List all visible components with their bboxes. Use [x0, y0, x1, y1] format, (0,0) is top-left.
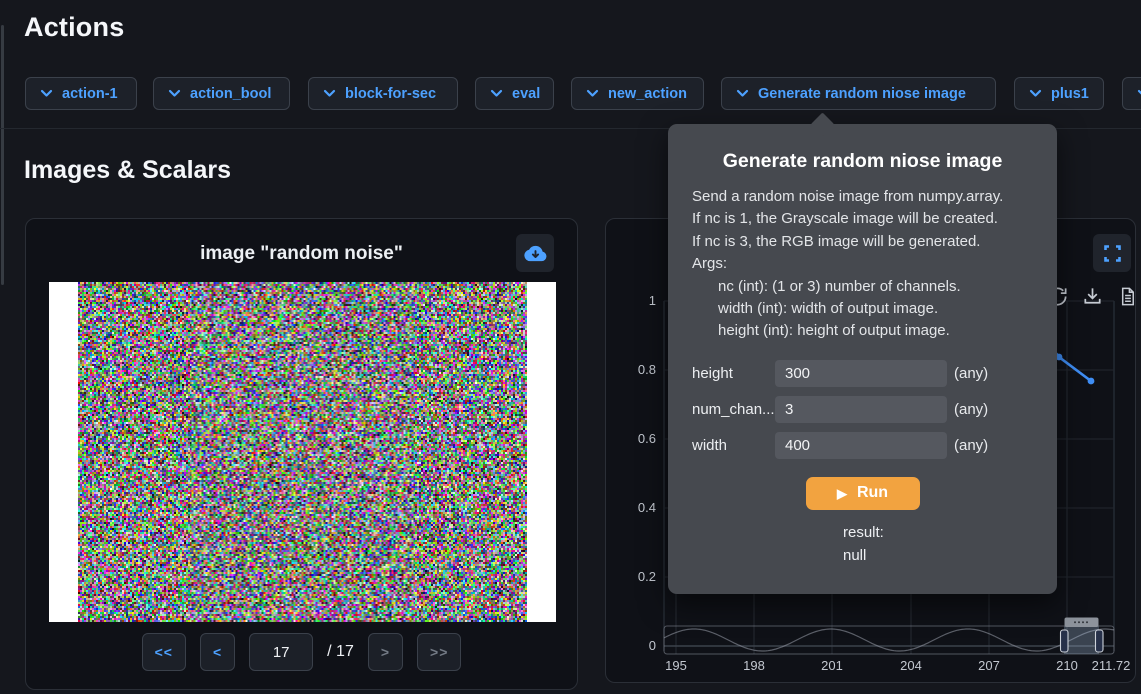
popup-fields: height (any) num_chan... (any) width (an…: [668, 356, 1057, 464]
run-button[interactable]: ▶ Run: [806, 477, 920, 510]
document-icon[interactable]: [1116, 285, 1139, 308]
x-tick: 207: [978, 658, 1000, 673]
action-button-label: action_bool: [190, 86, 271, 102]
y-tick: 1: [649, 293, 656, 308]
action-button-generate-random-niose-image[interactable]: Generate random niose image: [721, 77, 996, 110]
action-popup: Generate random niose image Send a rando…: [668, 124, 1057, 594]
images-scalars-section-title: Images & Scalars: [24, 156, 231, 185]
x-tick: 195: [665, 658, 687, 673]
chevron-down-icon: [40, 89, 53, 98]
pager-first-button[interactable]: <<: [142, 633, 186, 671]
chevron-down-icon: [323, 89, 336, 98]
num-channels-field[interactable]: [775, 396, 947, 423]
action-button-label: Generate random niose image: [758, 86, 966, 102]
pager-last-button[interactable]: >>: [417, 633, 461, 671]
y-tick: 0.6: [638, 431, 656, 446]
description-line: Send a random noise image from numpy.arr…: [692, 186, 1033, 208]
action-button-eval[interactable]: eval: [475, 77, 554, 110]
chevron-down-icon: [586, 89, 599, 98]
chevron-down-icon: [736, 89, 749, 98]
y-tick: 0: [649, 638, 656, 653]
rangeslider-wave: [664, 629, 1114, 651]
image-card-title: image "random noise": [26, 243, 577, 265]
chart-modebar: [1046, 285, 1139, 308]
x-tick: 211.72: [1092, 658, 1131, 673]
description-line: Args:: [692, 253, 1033, 275]
action-button-block-for-sec[interactable]: block-for-sec: [308, 77, 458, 110]
play-icon: ▶: [837, 487, 847, 500]
chevron-down-icon: [1137, 89, 1141, 98]
popup-arrow: [810, 112, 834, 136]
image-card: image "random noise" << < / 17 > >>: [25, 218, 578, 690]
description-line: nc (int): (1 or 3) number of channels.: [692, 276, 1033, 298]
image-pager: << < / 17 > >>: [26, 633, 577, 671]
field-row-num-channels: num_chan... (any): [668, 392, 1057, 428]
pager-page-input[interactable]: [249, 633, 313, 671]
y-axis-tick-labels: 1 0.8 0.6 0.4 0.2 0: [638, 293, 656, 653]
rangeslider[interactable]: [664, 618, 1114, 655]
image-display-area: [49, 282, 556, 622]
image-download-button[interactable]: [516, 234, 554, 272]
pager-prev-button[interactable]: <: [200, 633, 235, 671]
action-button-new_action[interactable]: new_action: [571, 77, 704, 110]
x-tick: 201: [821, 658, 843, 673]
popup-description: Send a random noise image from numpy.arr…: [692, 186, 1033, 343]
chevron-down-icon: [1029, 89, 1042, 98]
pager-total-label: / 17: [327, 643, 354, 661]
width-field[interactable]: [775, 432, 947, 459]
field-type-hint: (any): [954, 365, 988, 382]
popup-title: Generate random niose image: [668, 150, 1057, 173]
field-label: width: [692, 437, 775, 454]
x-tick: 210: [1056, 658, 1078, 673]
x-axis-tick-labels: 195 198 201 204 207 210 211.72: [665, 658, 1130, 673]
field-row-height: height (any): [668, 356, 1057, 392]
chevron-down-icon: [490, 89, 503, 98]
description-line: If nc is 1, the Grayscale image will be …: [692, 208, 1033, 230]
field-type-hint: (any): [954, 401, 988, 418]
action-button-label: eval: [512, 86, 540, 102]
noise-image: [78, 282, 527, 622]
x-tick: 198: [743, 658, 765, 673]
action-button-clipped[interactable]: [1122, 77, 1141, 110]
y-tick: 0.4: [638, 500, 656, 515]
description-line: height (int): height of output image.: [692, 320, 1033, 342]
download-icon[interactable]: [1081, 285, 1104, 308]
field-label: num_chan...: [692, 401, 775, 418]
x-tick: 204: [900, 658, 922, 673]
result-label: result:: [843, 521, 1057, 544]
y-tick: 0.2: [638, 569, 656, 584]
field-row-width: width (any): [668, 428, 1057, 464]
pager-next-button[interactable]: >: [368, 633, 403, 671]
y-tick: 0.8: [638, 362, 656, 377]
description-line: If nc is 3, the RGB image will be genera…: [692, 231, 1033, 253]
action-button-action-1[interactable]: action-1: [25, 77, 137, 110]
rangeslider-selection[interactable]: [1064, 626, 1099, 654]
action-button-label: action-1: [62, 86, 118, 102]
action-button-label: plus1: [1051, 86, 1089, 102]
action-button-action_bool[interactable]: action_bool: [153, 77, 290, 110]
result-value: null: [843, 544, 1057, 567]
description-line: width (int): width of output image.: [692, 298, 1033, 320]
rangeslider-left-handle[interactable]: [1061, 630, 1069, 652]
chevron-down-icon: [168, 89, 181, 98]
popup-result: result: null: [843, 521, 1057, 567]
rangeslider-grabber[interactable]: [1065, 618, 1099, 628]
run-button-label: Run: [857, 484, 888, 502]
actions-section-title: Actions: [24, 12, 124, 43]
left-scrollbar-thumb[interactable]: [1, 25, 4, 285]
rangeslider-right-handle[interactable]: [1096, 630, 1104, 652]
cloud-download-icon: [524, 242, 547, 265]
action-button-label: block-for-sec: [345, 86, 436, 102]
action-button-label: new_action: [608, 86, 687, 102]
action-button-plus1[interactable]: plus1: [1014, 77, 1104, 110]
height-field[interactable]: [775, 360, 947, 387]
field-type-hint: (any): [954, 437, 988, 454]
field-label: height: [692, 365, 775, 382]
